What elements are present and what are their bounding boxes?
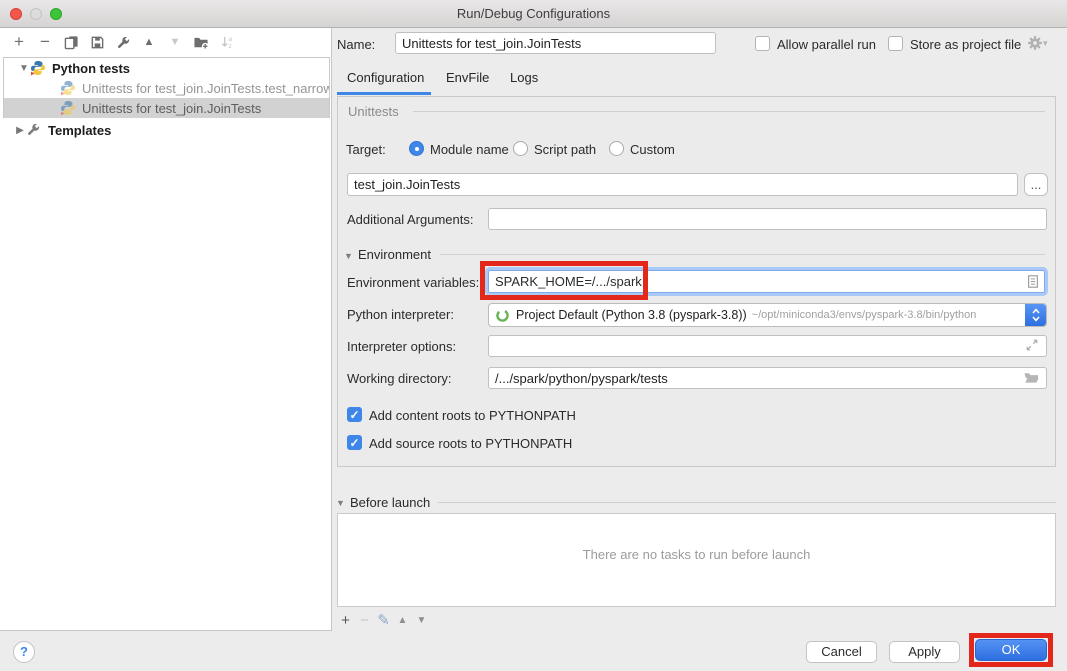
target-custom-label: Custom	[630, 142, 675, 157]
python-tests-icon	[30, 60, 46, 76]
configurations-sidebar: + − ▲ ▼ az ▼ Python tests	[0, 28, 332, 631]
new-folder-icon[interactable]	[188, 30, 214, 54]
working-directory-label: Working directory:	[347, 371, 452, 386]
add-content-roots-label: Add content roots to PYTHONPATH	[369, 408, 576, 423]
apply-button[interactable]: Apply	[889, 641, 960, 663]
conda-environment-icon	[495, 308, 510, 323]
before-launch-empty-message: There are no tasks to run before launch	[338, 547, 1055, 562]
expanded-twisty-icon[interactable]: ▼	[18, 63, 30, 74]
python-interpreter-label: Python interpreter:	[347, 307, 454, 322]
ok-button[interactable]: OK	[975, 639, 1047, 661]
unittests-group-title: Unittests	[348, 104, 399, 119]
before-launch-section-title: Before launch	[350, 495, 430, 510]
environment-variables-value: SPARK_HOME=/.../spark	[495, 274, 642, 289]
environment-divider	[440, 254, 1045, 255]
name-input[interactable]	[395, 32, 716, 54]
move-down-icon[interactable]: ▼	[162, 30, 188, 54]
templates-wrench-icon	[26, 122, 42, 138]
allow-parallel-run-checkbox[interactable]	[755, 36, 770, 51]
configuration-form-panel: Unittests Target: Module name Script pat…	[337, 96, 1056, 467]
store-as-project-file-checkbox[interactable]	[888, 36, 903, 51]
interpreter-options-label: Interpreter options:	[347, 339, 456, 354]
target-module-input[interactable]	[347, 173, 1018, 196]
name-label: Name:	[337, 37, 375, 52]
move-up-icon[interactable]: ▲	[136, 30, 162, 54]
store-as-project-file-label: Store as project file	[910, 37, 1021, 52]
collapsed-twisty-icon[interactable]: ▶	[14, 125, 26, 136]
edit-task-pencil-icon[interactable]: ✎	[374, 611, 393, 629]
browse-module-button[interactable]: ...	[1024, 173, 1048, 196]
target-script-path-radio[interactable]	[513, 141, 528, 156]
gear-dropdown-arrow-icon: ▾	[1043, 38, 1048, 49]
tab-configuration[interactable]: Configuration	[347, 70, 424, 92]
target-module-name-radio[interactable]	[409, 141, 424, 156]
svg-text:z: z	[228, 43, 231, 50]
before-launch-twisty-icon[interactable]: ▼	[336, 498, 345, 508]
additional-arguments-input[interactable]	[488, 208, 1047, 230]
copy-configuration-icon[interactable]	[58, 30, 84, 54]
environment-variables-label: Environment variables:	[347, 275, 479, 290]
add-source-roots-label: Add source roots to PYTHONPATH	[369, 436, 572, 451]
tree-item-label: Unittests for test_join.JoinTests.test_n…	[82, 81, 329, 96]
before-launch-toolbar: + − ✎ ▲ ▼	[336, 610, 431, 630]
environment-section-twisty-icon[interactable]: ▼	[344, 251, 353, 261]
target-label: Target:	[346, 142, 386, 157]
target-custom-radio[interactable]	[609, 141, 624, 156]
save-configuration-icon[interactable]	[84, 30, 110, 54]
additional-arguments-label: Additional Arguments:	[347, 212, 473, 227]
expand-field-icon[interactable]	[1025, 338, 1039, 355]
active-tab-underline	[337, 92, 431, 95]
tree-item-label: Templates	[48, 123, 111, 138]
help-button[interactable]: ?	[13, 641, 35, 663]
tree-group-outline: ▼ Python tests Unittests for test_join.J…	[3, 57, 330, 118]
move-task-up-icon[interactable]: ▲	[393, 615, 412, 626]
edit-variables-list-icon[interactable]	[1026, 274, 1040, 292]
environment-variables-field[interactable]: SPARK_HOME=/.../spark	[485, 267, 1048, 296]
tree-item-label: Unittests for test_join.JoinTests	[82, 101, 261, 116]
python-interpreter-value: Project Default (Python 3.8 (pyspark-3.8…	[516, 308, 747, 322]
allow-parallel-run-label: Allow parallel run	[777, 37, 876, 52]
target-script-path-label: Script path	[534, 142, 596, 157]
python-test-icon	[60, 80, 76, 96]
tree-item-unittests-jointests[interactable]: Unittests for test_join.JoinTests	[4, 98, 329, 118]
before-launch-divider	[438, 502, 1056, 503]
python-interpreter-path: ~/opt/miniconda3/envs/pyspark-3.8/bin/py…	[752, 309, 1046, 321]
remove-configuration-icon[interactable]: −	[32, 30, 58, 54]
sidebar-toolbar: + − ▲ ▼ az	[6, 28, 240, 56]
environment-section-title: Environment	[358, 247, 431, 262]
edit-templates-wrench-icon[interactable]	[110, 30, 136, 54]
add-content-roots-checkbox[interactable]: ✓	[347, 407, 362, 422]
tree-item-unittests-test-narrow[interactable]: Unittests for test_join.JoinTests.test_n…	[4, 78, 329, 98]
window-title: Run/Debug Configurations	[0, 6, 1067, 21]
before-launch-tasks-panel: There are no tasks to run before launch	[337, 513, 1056, 607]
python-interpreter-select[interactable]: Project Default (Python 3.8 (pyspark-3.8…	[488, 303, 1047, 327]
add-task-icon[interactable]: +	[336, 612, 355, 629]
add-source-roots-checkbox[interactable]: ✓	[347, 435, 362, 450]
remove-task-icon[interactable]: −	[355, 612, 374, 629]
python-test-icon	[60, 100, 76, 116]
browse-folder-icon[interactable]	[1023, 370, 1039, 388]
tab-envfile[interactable]: EnvFile	[446, 70, 489, 92]
working-directory-input[interactable]	[488, 367, 1047, 389]
tree-item-python-tests[interactable]: ▼ Python tests	[4, 58, 329, 78]
tree-item-templates[interactable]: ▶ Templates	[0, 120, 331, 140]
svg-text:a: a	[228, 36, 232, 43]
store-options-gear-icon[interactable]: ▾	[1027, 35, 1048, 51]
tab-logs[interactable]: Logs	[510, 70, 538, 92]
add-configuration-icon[interactable]: +	[6, 30, 32, 54]
title-bar: Run/Debug Configurations	[0, 0, 1067, 28]
cancel-button[interactable]: Cancel	[806, 641, 877, 663]
group-divider	[413, 111, 1045, 112]
target-module-name-label: Module name	[430, 142, 509, 157]
tree-item-label: Python tests	[52, 61, 130, 76]
move-task-down-icon[interactable]: ▼	[412, 615, 431, 626]
interpreter-options-input[interactable]	[488, 335, 1047, 357]
interpreter-dropdown-chevrons-icon[interactable]	[1025, 304, 1046, 326]
sort-configurations-icon[interactable]: az	[214, 30, 240, 54]
